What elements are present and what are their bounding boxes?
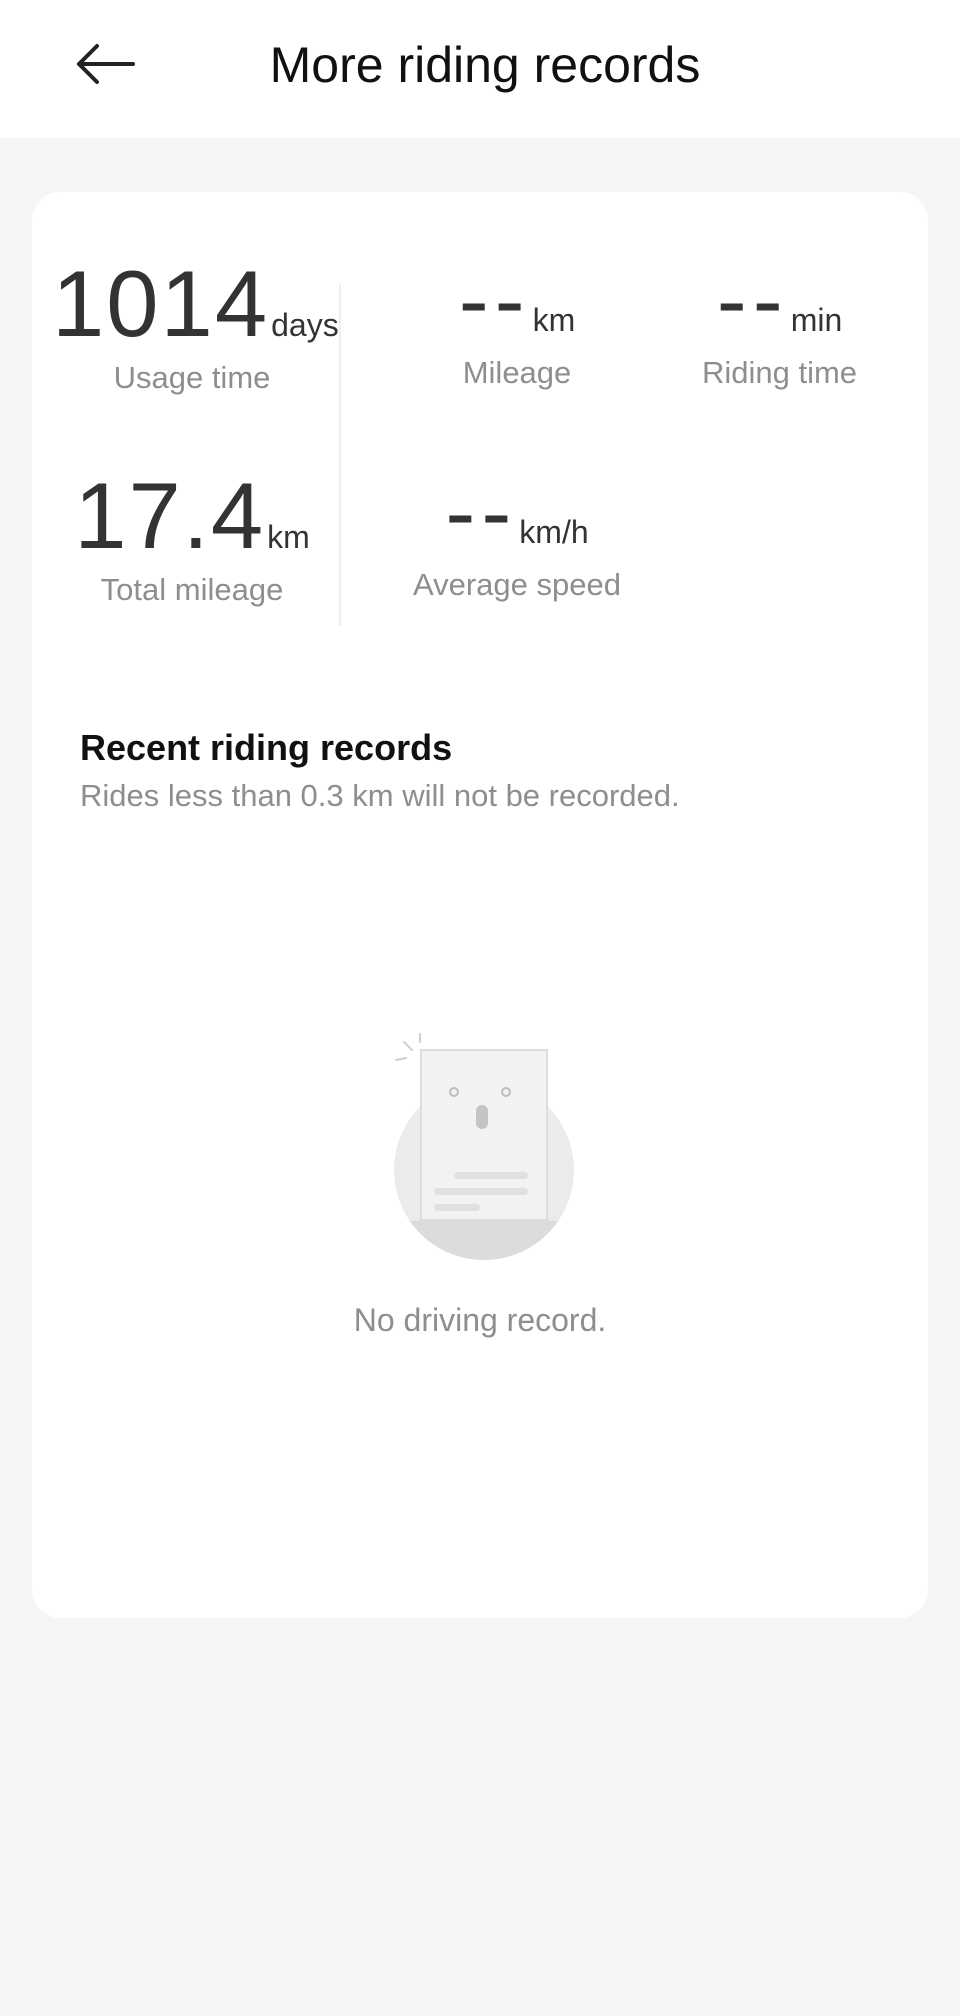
total-mileage-unit: km: [267, 519, 310, 555]
total-mileage-value: 17.4: [74, 463, 266, 568]
stat-usage-time: 1014days Usage time: [52, 250, 339, 396]
stat-riding-time: --min Riding time: [652, 250, 907, 391]
page-title: More riding records: [269, 37, 701, 93]
average-speed-value: --: [445, 463, 518, 563]
stat-mileage: --km Mileage: [362, 250, 672, 391]
stat-average-speed: --km/h Average speed: [362, 462, 672, 603]
usage-time-unit: days: [271, 307, 339, 343]
mileage-unit: km: [532, 302, 576, 338]
average-speed-unit: km/h: [519, 514, 589, 550]
mileage-value: --: [458, 251, 531, 351]
riding-time-unit: min: [790, 302, 843, 338]
riding-time-value: --: [716, 251, 789, 351]
stats-divider: [339, 284, 341, 626]
recent-records-title: Recent riding records: [80, 727, 453, 768]
app-header: More riding records: [0, 0, 960, 138]
riding-time-label: Riding time: [701, 355, 858, 390]
usage-time-label: Usage time: [113, 360, 271, 395]
stat-total-mileage: 17.4km Total mileage: [52, 462, 332, 608]
recent-records-subtitle: Rides less than 0.3 km will not be recor…: [80, 778, 680, 813]
records-card: 1014days Usage time --km Mileage --min R…: [32, 192, 928, 1618]
usage-time-value: 1014: [52, 251, 270, 356]
empty-document-icon: [384, 1032, 584, 1272]
total-mileage-label: Total mileage: [100, 572, 284, 607]
mileage-label: Mileage: [462, 355, 572, 390]
average-speed-label: Average speed: [413, 567, 621, 602]
empty-state-text: No driving record.: [353, 1302, 607, 1338]
